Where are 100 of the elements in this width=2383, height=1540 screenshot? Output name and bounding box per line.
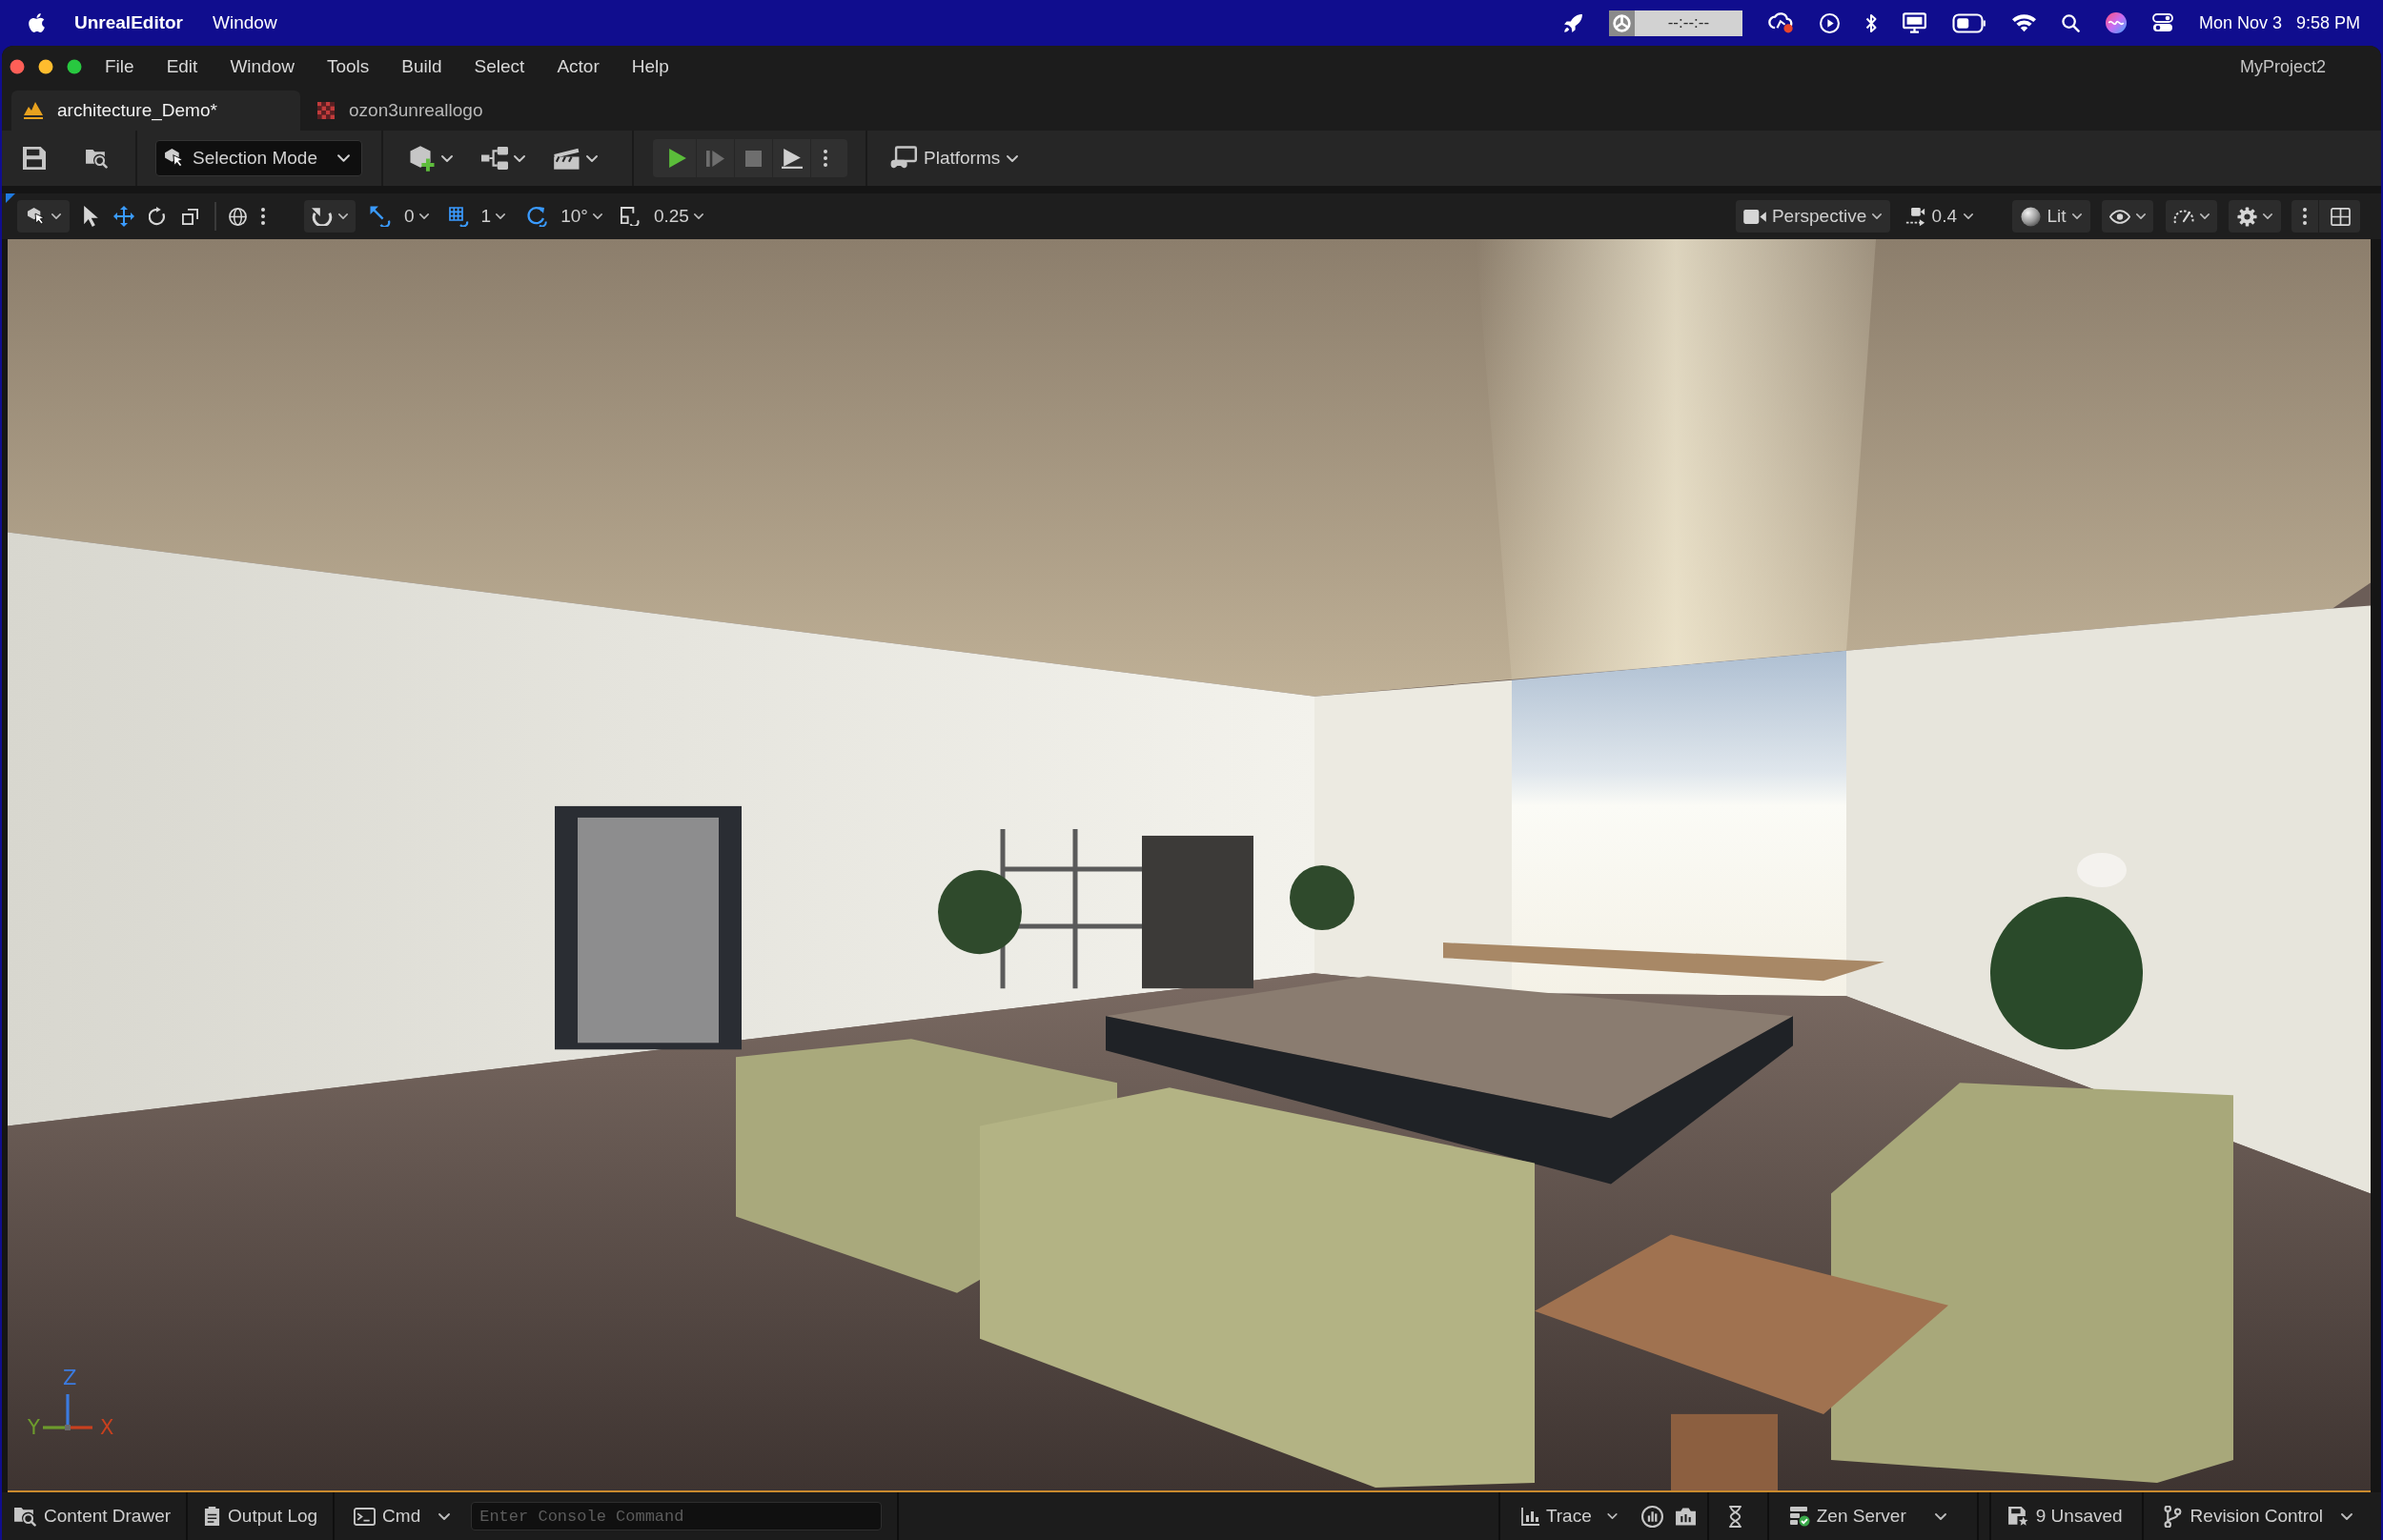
cloud-icon[interactable] — [1767, 12, 1794, 33]
menu-item[interactable]: Window — [213, 12, 277, 33]
snap-value-dropdown[interactable]: 10° — [560, 206, 602, 227]
chevron-down-icon — [338, 213, 348, 219]
circular-arrow-icon[interactable] — [526, 206, 548, 227]
curved-arrow-icon — [312, 207, 333, 226]
chevron-down-icon — [1606, 1513, 1618, 1519]
bar-chart-icon — [1520, 1507, 1540, 1526]
show-flags-dropdown[interactable] — [2102, 200, 2153, 233]
chevron-down-icon — [2136, 213, 2146, 219]
chevron-down-icon[interactable] — [586, 154, 598, 162]
menu-item[interactable]: Build — [401, 56, 442, 77]
corner-marker-icon — [6, 193, 15, 203]
chevron-down-icon — [592, 213, 602, 219]
console-input[interactable]: Enter Console Command — [471, 1502, 883, 1530]
zen-server-dropdown[interactable]: Zen Server — [1768, 1492, 1977, 1540]
trace-dropdown[interactable]: Trace — [1499, 1492, 1618, 1540]
menu-item[interactable]: File — [105, 56, 134, 77]
globe-icon[interactable] — [229, 207, 247, 226]
surface-snap-dropdown[interactable] — [304, 200, 356, 233]
rotate-arrow-icon[interactable] — [149, 207, 166, 226]
selection-mode-dropdown[interactable]: Selection Mode — [155, 140, 362, 176]
menu-item[interactable]: Edit — [166, 56, 198, 77]
play-circle-icon[interactable] — [1819, 12, 1840, 33]
camera-icon[interactable] — [1674, 1506, 1697, 1527]
minimize-icon[interactable] — [38, 59, 53, 74]
toggle-switches-icon[interactable] — [2151, 13, 2173, 32]
chevron-down-icon — [337, 154, 350, 162]
perspective-dropdown[interactable]: Perspective — [1735, 200, 1890, 233]
chevron-down-icon[interactable] — [514, 154, 525, 162]
axis-lines-icon — [41, 1392, 94, 1430]
chevron-down-icon — [2263, 213, 2272, 219]
scale-square-icon[interactable] — [182, 208, 198, 225]
battery-icon[interactable] — [1951, 12, 1986, 33]
folder-search-icon[interactable] — [85, 148, 108, 169]
camera-speed-dropdown[interactable]: 0.4 — [1904, 206, 1973, 227]
chevron-down-icon — [51, 213, 61, 219]
wifi-icon[interactable] — [2011, 13, 2036, 32]
menu-item[interactable]: Window — [230, 56, 295, 77]
play-icon[interactable] — [668, 149, 686, 168]
hourglass-icon[interactable] — [1727, 1505, 1742, 1528]
kebab-menu-icon[interactable] — [824, 149, 827, 168]
circle-bars-icon[interactable] — [1640, 1505, 1663, 1528]
platforms-dropdown[interactable]: Platforms — [890, 146, 1019, 171]
snap-value-dropdown[interactable]: 1 — [480, 206, 506, 227]
menu-item[interactable]: Select — [474, 56, 525, 77]
timer-status-item[interactable]: --:--:-- — [1608, 10, 1742, 36]
revision-control-dropdown[interactable]: Revision Control — [2143, 1492, 2381, 1540]
apple-logo-icon[interactable] — [29, 13, 45, 32]
performance-dropdown[interactable] — [2166, 200, 2217, 233]
project-name: MyProject2 — [2239, 56, 2326, 77]
corner-square-icon[interactable] — [620, 207, 640, 226]
chevron-down-icon — [438, 1512, 451, 1520]
colorful-orb-icon[interactable] — [2105, 12, 2127, 33]
camera-speed-icon — [1904, 206, 1925, 227]
search-icon[interactable] — [2061, 13, 2080, 32]
unsaved-button[interactable]: 9 Unsaved — [1990, 1492, 2142, 1540]
branch-icon — [2163, 1505, 2182, 1528]
document-tab[interactable]: architecture_Demo* — [11, 91, 300, 131]
menu-item[interactable]: Actor — [557, 56, 600, 77]
cursor-arrow-icon[interactable] — [84, 206, 98, 227]
status-bar-button[interactable]: Content Drawer — [2, 1492, 187, 1540]
app-menu[interactable]: UnrealEditor — [74, 12, 184, 33]
zoom-icon[interactable] — [67, 59, 82, 74]
four-panes-icon[interactable] — [2331, 207, 2351, 226]
chevron-down-icon — [1007, 154, 1019, 162]
menu-item[interactable]: Help — [631, 56, 669, 77]
gamepad-monitor-icon — [890, 146, 917, 171]
node-graph-icon[interactable] — [481, 147, 508, 170]
monitor-icon[interactable] — [1902, 12, 1926, 33]
view-mode-dropdown[interactable]: Lit — [2012, 200, 2090, 233]
status-bar-button[interactable]: Output Log — [188, 1492, 334, 1540]
move-arrows-icon[interactable] — [113, 206, 134, 227]
kebab-menu-icon[interactable] — [261, 208, 265, 225]
snap-value-dropdown[interactable]: 0 — [404, 206, 429, 227]
close-icon[interactable] — [10, 59, 25, 74]
snap-value-dropdown[interactable]: 0.25 — [653, 206, 703, 227]
kebab-menu-icon[interactable] — [2303, 208, 2307, 225]
document-tab[interactable]: ozon3unreallogo — [300, 91, 497, 131]
terminal-icon — [354, 1507, 377, 1526]
console-mode-dropdown[interactable]: Cmd — [335, 1492, 451, 1540]
chevron-down-icon — [2341, 1512, 2352, 1520]
clipboard-icon — [204, 1506, 221, 1527]
chevron-down-icon — [2200, 213, 2210, 219]
chevron-down-icon — [496, 213, 506, 219]
menu-item[interactable]: Tools — [326, 56, 370, 77]
clapperboard-icon[interactable] — [554, 146, 580, 171]
axis-label: Y — [28, 1418, 40, 1438]
save-icon[interactable] — [23, 147, 46, 170]
settings-icon — [2237, 206, 2257, 227]
chevron-down-icon[interactable] — [441, 154, 453, 162]
grid-icon[interactable] — [448, 206, 469, 227]
bluetooth-icon[interactable] — [1864, 12, 1877, 33]
diagonal-arrow-icon[interactable] — [370, 206, 391, 227]
select-mode-dropdown[interactable] — [17, 200, 70, 233]
server-check-icon — [1788, 1506, 1810, 1527]
cube-plus-icon[interactable] — [409, 144, 436, 172]
rocket-icon[interactable] — [1562, 12, 1583, 33]
settings-dropdown[interactable] — [2229, 200, 2281, 233]
play-underline-icon[interactable] — [781, 148, 803, 169]
